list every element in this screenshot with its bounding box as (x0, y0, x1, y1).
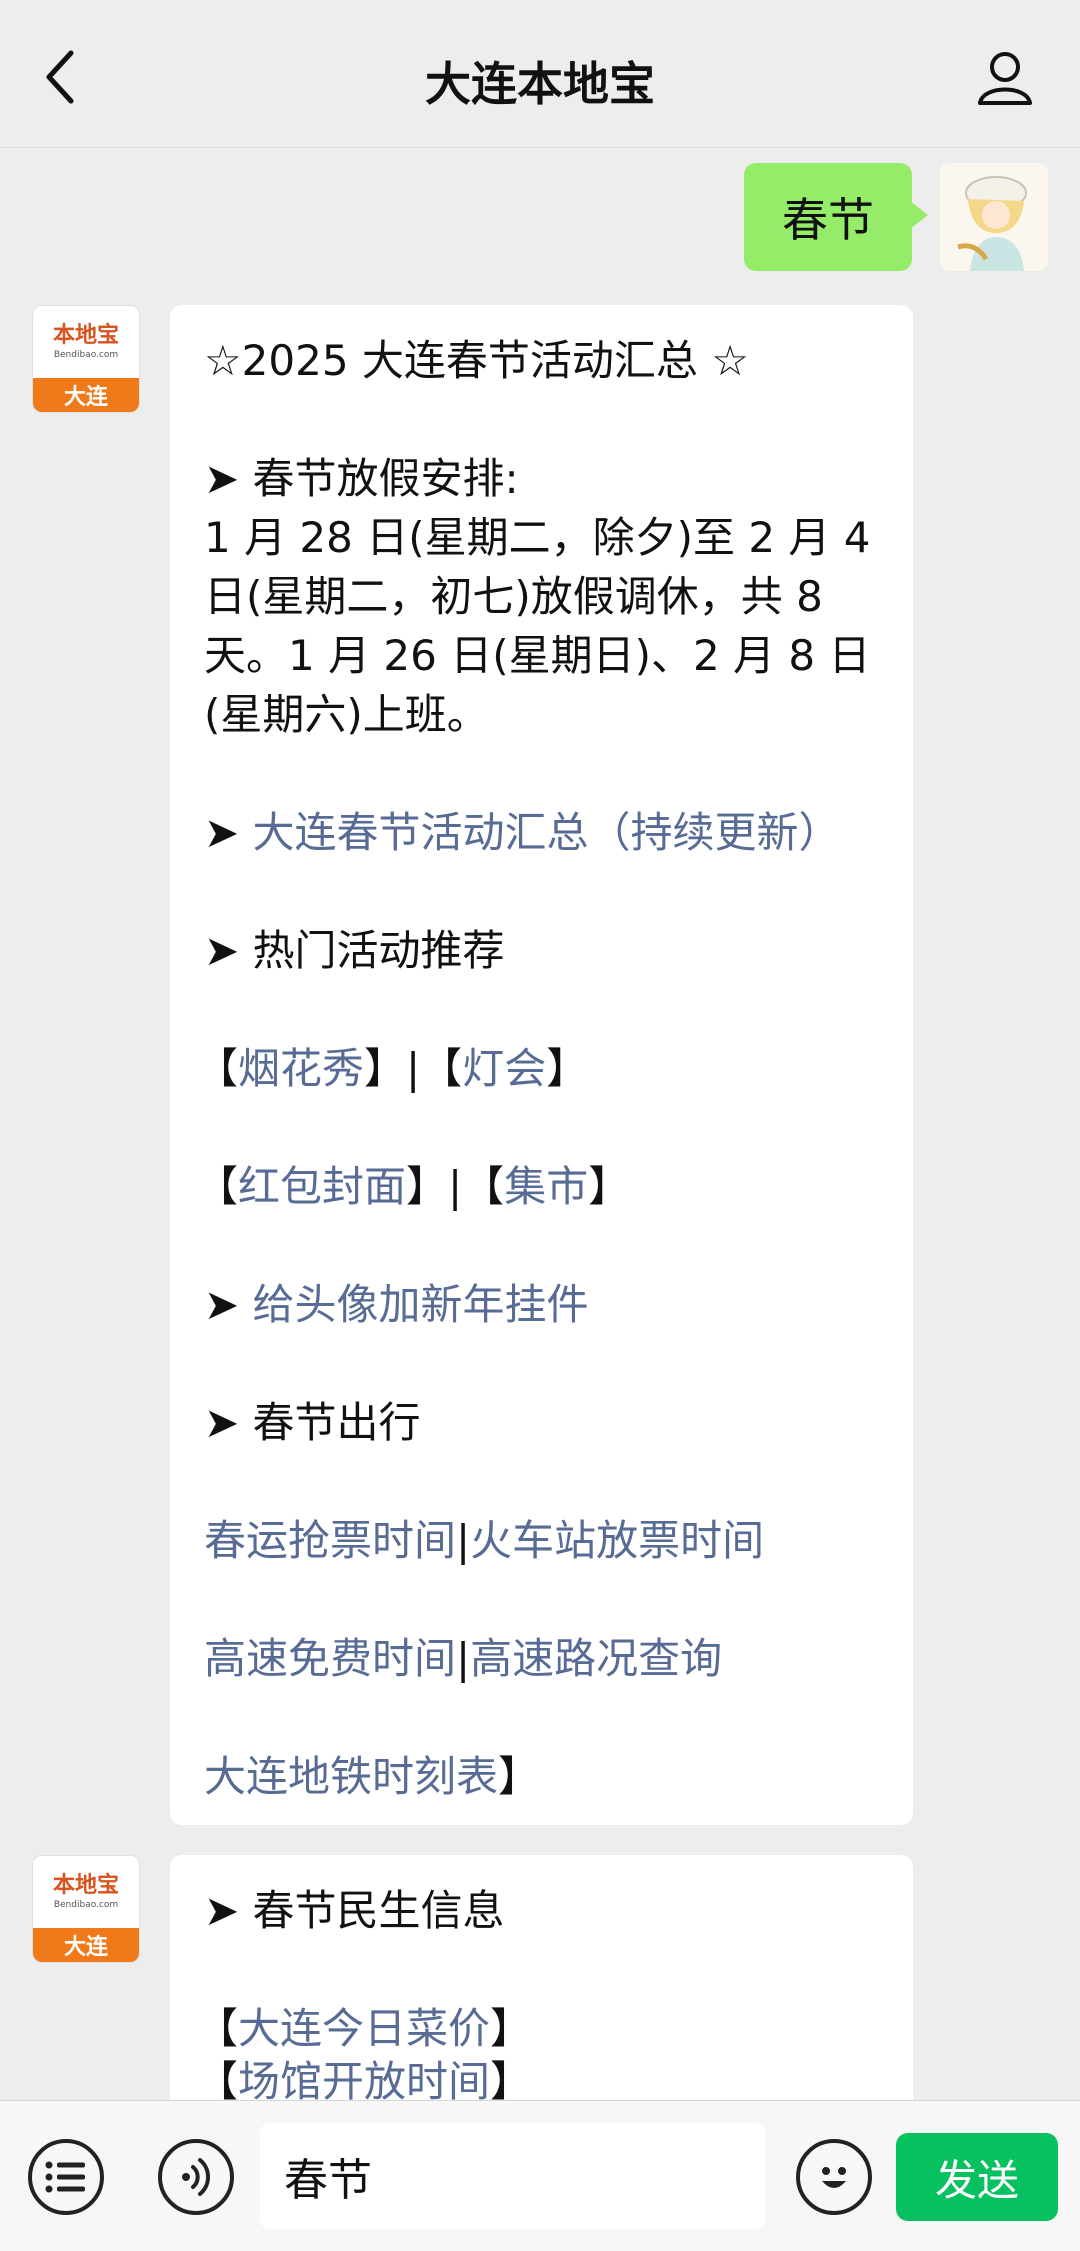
hot-row-2: 【红包封面】|【集市】 (196, 1162, 631, 1211)
veg-price-row: 【大连今日菜价】 (196, 2004, 533, 2053)
arrow-icon: ➤ (204, 1280, 253, 1329)
highway-free-link[interactable]: 高速免费时间 (204, 1634, 456, 1683)
message-input-value: 春节 (284, 2155, 372, 2206)
message-input[interactable]: 春节 (260, 2123, 765, 2229)
voice-icon (182, 2158, 211, 2196)
menu-button[interactable] (28, 2139, 104, 2215)
avatar-logo: 本地宝 Bendibao.com (33, 1856, 139, 1928)
holiday-line-1: 1 月 28 日(星期二，除夕)至 2 月 4 (204, 513, 871, 562)
livelihood-heading: ➤ 春节民生信息 (204, 1886, 505, 1935)
market-link[interactable]: 集市 (504, 1162, 588, 1211)
arrow-icon: ➤ (204, 808, 253, 857)
menu-list-icon (45, 2161, 85, 2193)
sent-text: 春节 (782, 193, 874, 247)
avatar-url: Bendibao.com (53, 349, 119, 360)
user-icon (978, 52, 1032, 105)
arrow-icon: ➤ (204, 1398, 253, 1447)
avatar-pendant-link[interactable]: 给头像加新年挂件 (253, 1280, 589, 1329)
ticket-time-link[interactable]: 春运抢票时间 (204, 1516, 456, 1565)
holiday-line-4: (星期六)上班。 (204, 690, 489, 739)
arrow-icon: ➤ (204, 926, 253, 975)
road-status-link[interactable]: 高速路况查询 (470, 1634, 722, 1683)
summary-row: ➤ 大连春节活动汇总（持续更新） (204, 803, 913, 862)
message-bubble-1: ☆2025 大连春节活动汇总 ☆ ➤ 春节放假安排: 1 月 28 日(星期二，… (170, 305, 913, 1825)
input-bar: 春节 发送 (0, 2100, 1080, 2251)
bendibao-avatar[interactable]: 本地宝 Bendibao.com 大连 (32, 1855, 140, 1963)
venue-hours-link[interactable]: 场馆开放时间 (238, 2057, 490, 2101)
travel-heading: ➤ 春节出行 (204, 1398, 421, 1447)
arrow-icon: ➤ (204, 1886, 253, 1935)
emoji-icon (822, 2167, 846, 2188)
sent-message: 春节 (744, 163, 1048, 271)
avatar-url: Bendibao.com (53, 1899, 119, 1910)
summary-link[interactable]: 大连春节活动汇总（持续更新） (253, 808, 841, 857)
lantern-link[interactable]: 灯会 (462, 1044, 546, 1093)
user-avatar[interactable] (940, 163, 1048, 271)
hot-row-1: 【烟花秀】|【灯会】 (196, 1044, 589, 1093)
avatar-logo: 本地宝 Bendibao.com (33, 306, 139, 378)
avatar-city: 大连 (33, 1928, 139, 1962)
red-packet-link[interactable]: 红包封面 (238, 1162, 406, 1211)
venue-hours-row: 【场馆开放时间】 (196, 2057, 913, 2101)
send-button[interactable]: 发送 (896, 2133, 1058, 2221)
arrow-icon: ➤ (204, 454, 253, 503)
holiday-heading: ➤ 春节放假安排: (204, 454, 519, 503)
metro-row: 大连地铁时刻表】 (204, 1752, 541, 1801)
message-title: ☆2025 大连春节活动汇总 ☆ (204, 336, 749, 385)
message-bubble-2: ➤ 春节民生信息 【大连今日菜价】 【场馆开放时间】 (170, 1855, 913, 2100)
chat-header: 大连本地宝 (0, 0, 1080, 148)
avatar-brand: 本地宝 (52, 1872, 119, 1898)
hot-heading: ➤ 热门活动推荐 (204, 926, 505, 975)
travel-row-1: 春运抢票时间|火车站放票时间 (204, 1516, 765, 1565)
veg-price-link[interactable]: 大连今日菜价 (238, 2004, 490, 2053)
avatar-brand: 本地宝 (52, 322, 119, 348)
station-ticket-link[interactable]: 火车站放票时间 (470, 1516, 764, 1565)
avatar-city: 大连 (33, 378, 139, 412)
metro-link[interactable]: 大连地铁时刻表 (204, 1752, 498, 1801)
chat-title: 大连本地宝 (425, 57, 655, 111)
emoji-button[interactable] (796, 2139, 872, 2215)
bendibao-avatar[interactable]: 本地宝 Bendibao.com 大连 (32, 305, 140, 413)
received-message-1: 本地宝 Bendibao.com 大连 ☆2025 大连春节活动汇总 ☆ ➤ 春… (32, 305, 913, 1825)
sent-bubble[interactable]: 春节 (744, 163, 928, 271)
voice-button[interactable] (158, 2139, 234, 2215)
holiday-line-3: 天。1 月 26 日(星期日)、2 月 8 日 (204, 631, 871, 680)
fireworks-link[interactable]: 烟花秀 (238, 1044, 364, 1093)
received-message-2: 本地宝 Bendibao.com 大连 ➤ 春节民生信息 【大连今日菜价】 【场… (32, 1855, 913, 2100)
avatar-pendant-row: ➤ 给头像加新年挂件 (204, 1275, 913, 1334)
profile-button[interactable] (970, 42, 1040, 112)
user-avatar-illustration (940, 163, 1048, 271)
travel-row-2: 高速免费时间|高速路况查询 (204, 1634, 723, 1683)
holiday-line-2: 日(星期二，初七)放假调休，共 8 (204, 572, 823, 621)
